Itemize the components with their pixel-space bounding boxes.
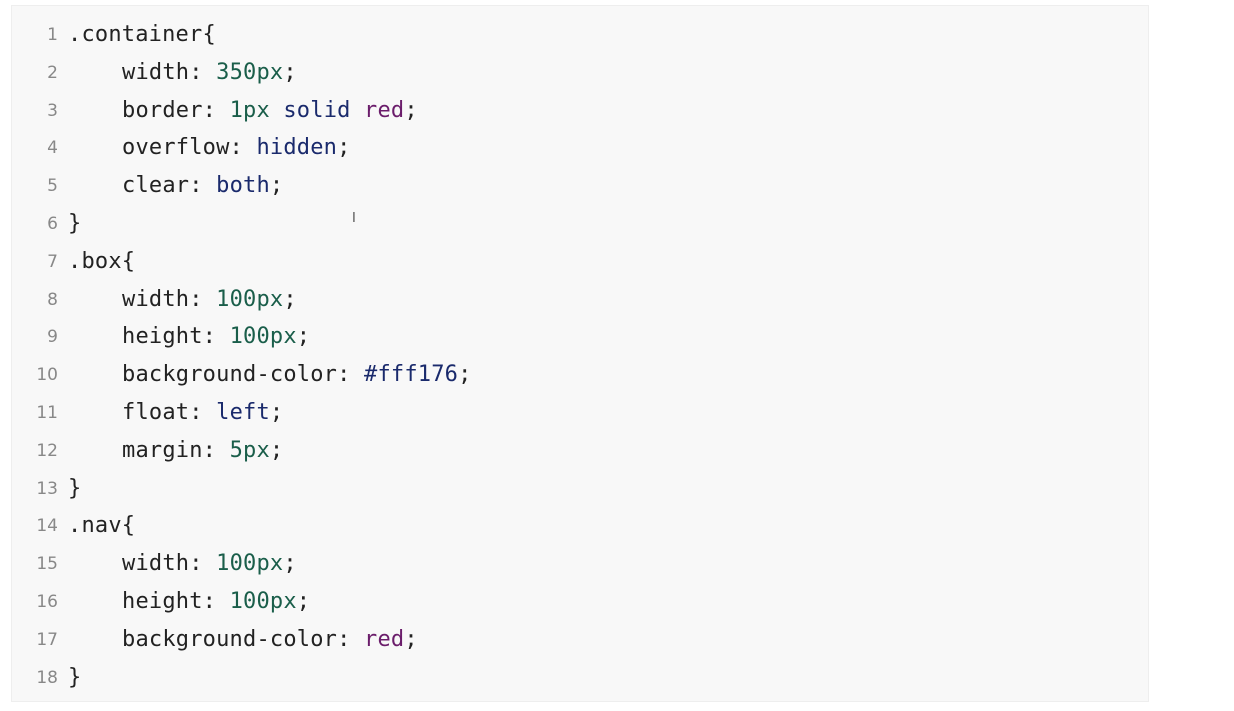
code-token: red [364,626,405,652]
line-number: 16 [36,592,58,612]
code-token: 350px [216,59,284,85]
code-token: 100px [216,286,284,312]
code-token: 5px [229,437,270,463]
code-text: .box{ [68,243,135,281]
code-token: .container{ [68,22,216,47]
code-token: } [68,475,82,501]
line-number: 8 [47,289,58,310]
line-number: 18 [36,667,58,688]
code-token: height: [122,589,230,614]
code-text: .nav{ [68,507,135,545]
code-token: ; [404,626,418,652]
code-token: 100px [229,589,297,614]
code-token: ; [337,135,351,161]
code-token: ; [269,437,284,463]
code-text: background-color: red; [68,621,418,659]
code-block[interactable]: 1 .container{ 2 width: 350px; 3 border: 1px s… [11,5,1149,702]
code-token: red [364,97,405,123]
line-number: 2 [47,62,58,83]
line-number: 4 [47,138,58,159]
code-token: } [68,664,82,690]
code-token: ; [458,362,472,388]
code-token: width: [122,59,217,85]
code-token: .nav{ [68,513,136,539]
line-number: 11 [36,403,58,423]
line-number: 17 [36,629,58,650]
code-text: width: 100px; [68,281,297,319]
code-text: background-color: #fff176; [68,356,472,394]
code-token: clear: [122,173,217,199]
code-token: hidden [256,135,338,161]
code-token: height: [122,324,230,350]
code-token: #fff176 [364,362,459,388]
text-cursor-icon: I [352,211,356,226]
code-text: } [68,205,81,243]
code-text: width: 100px; [68,545,297,583]
code-text: height: 100px; [68,583,310,621]
code-token: ; [296,324,311,350]
code-text: height: 100px; [68,318,310,356]
line-number: 10 [36,365,58,386]
code-token: float: [122,400,217,425]
code-text: .container{ [68,16,216,54]
code-text: overflow: hidden; [68,129,351,167]
code-token: 1px [229,97,270,123]
line-number: 6 [47,214,58,234]
code-token: ; [296,589,311,614]
code-token: ; [283,286,297,312]
code-token: margin: [122,437,230,463]
code-token: background-color: [122,626,365,652]
code-token: width: [122,286,217,312]
code-text: margin: 5px; [68,432,283,470]
code-token: } [68,211,82,236]
line-number: 12 [36,440,58,461]
line-number: 5 [47,176,58,197]
code-token: both [216,173,270,199]
line-number: 13 [36,478,58,499]
code-token: left [216,400,270,425]
code-token: border: [122,97,230,123]
code-token: background-color: [122,362,365,388]
line-number: 14 [36,516,58,537]
code-text: } [68,470,81,508]
code-text: } [68,659,81,697]
line-number: 9 [47,327,58,348]
code-text: float: left; [68,394,283,432]
code-text: width: 350px; [68,54,297,92]
line-number: 15 [36,554,58,575]
line-number: 7 [47,251,58,272]
code-token: ; [404,97,418,123]
line-number: 1 [47,25,58,45]
code-token: ; [269,173,284,199]
code-token: width: [122,551,217,577]
line-number: 3 [47,100,58,121]
code-token: solid [283,97,351,123]
code-token: 100px [216,551,284,577]
code-token: overflow: [122,135,257,161]
code-token: ; [269,400,284,425]
code-token: 100px [229,324,297,350]
code-token: ; [283,59,297,85]
code-token: .box{ [68,248,136,274]
code-text: clear: both; [68,167,283,205]
code-token: ; [283,551,297,577]
code-text: border: 1px solid red; [68,92,418,130]
